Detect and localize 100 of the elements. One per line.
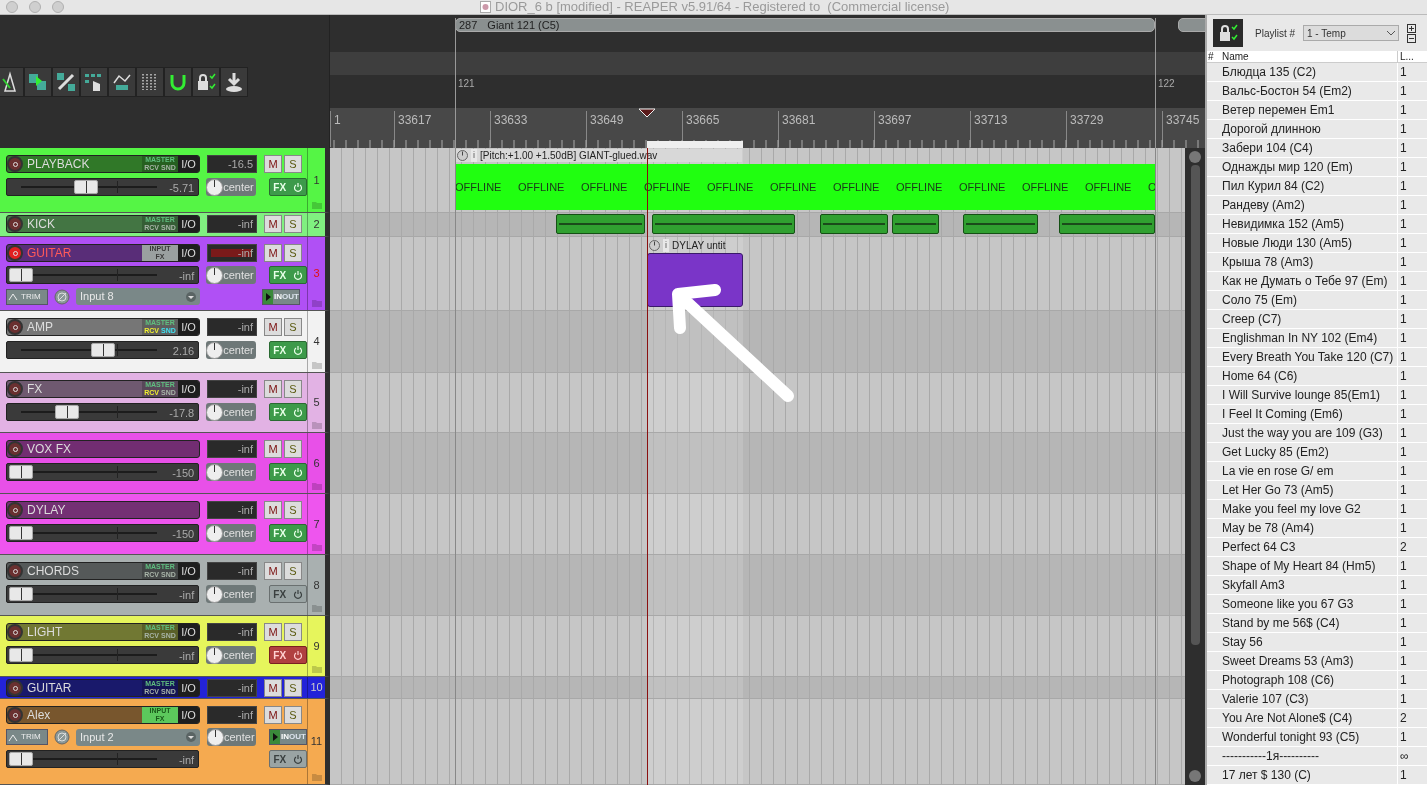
song-name[interactable]: Соло 75 (Em) [1218, 291, 1398, 309]
volume-fader[interactable]: -inf [6, 266, 200, 284]
track-name[interactable]: GUITAR [23, 680, 142, 696]
song-name[interactable]: Englishman In NY 102 (Em4) [1218, 329, 1398, 347]
track-name[interactable]: KICK [23, 216, 142, 232]
solo-button[interactable]: S [284, 440, 302, 458]
song-name[interactable]: Однажды мир 120 (Em) [1218, 158, 1398, 176]
phase-icon[interactable] [54, 288, 70, 305]
track-lane[interactable]: i DYLAY untit [330, 237, 1185, 311]
mute-button[interactable]: M [264, 155, 282, 173]
lock-button[interactable] [1213, 19, 1243, 47]
io-button[interactable]: I/O [178, 216, 199, 232]
fader-thumb[interactable] [55, 405, 80, 419]
volume-fader[interactable]: -inf [6, 646, 200, 664]
song-name[interactable]: Valerie 107 (C3) [1218, 690, 1398, 708]
song-name[interactable]: Крыша 78 (Am3) [1218, 253, 1398, 271]
fader-thumb[interactable] [74, 180, 99, 194]
mute-button[interactable]: M [264, 380, 282, 398]
fader-thumb[interactable] [9, 752, 33, 766]
fader-thumb[interactable] [9, 587, 33, 601]
download-icon[interactable] [220, 67, 248, 97]
midi-item[interactable] [652, 214, 795, 234]
mute-button[interactable]: M [264, 501, 282, 519]
track-name[interactable]: Alex [23, 707, 142, 723]
mute-button[interactable]: M [264, 318, 282, 336]
solo-button[interactable]: S [284, 623, 302, 641]
pan-knob[interactable]: center [206, 341, 256, 359]
marker-label[interactable]: 121 [458, 76, 475, 91]
monitor-button[interactable]: INOUT [262, 288, 300, 305]
zoom-in-button[interactable] [1189, 770, 1201, 782]
io-button[interactable]: I/O [178, 319, 199, 335]
volume-fader[interactable]: -5.71 [6, 178, 200, 196]
pan-knob[interactable]: center [206, 266, 256, 284]
marker-label[interactable]: 122 [1158, 76, 1175, 91]
record-arm-button[interactable] [7, 441, 23, 457]
track-name-bar[interactable]: VOX FX [6, 440, 200, 458]
track-name-bar[interactable]: DYLAY [6, 501, 200, 519]
dotted-grid-icon[interactable] [136, 67, 164, 97]
record-arm-button[interactable] [7, 707, 23, 723]
pan-knob[interactable]: center [206, 585, 256, 603]
track-name[interactable]: VOX FX [23, 441, 199, 457]
song-name[interactable]: Shape of My Heart 84 (Hm5) [1218, 557, 1398, 575]
pan-knob[interactable]: center [206, 646, 256, 664]
song-name[interactable]: Skyfall Am3 [1218, 576, 1398, 594]
song-name[interactable]: Let Her Go 73 (Am5) [1218, 481, 1398, 499]
track-color-strip[interactable]: 1 [307, 148, 325, 212]
midi-item[interactable] [963, 214, 1038, 234]
pan-knob[interactable]: center [206, 178, 256, 196]
song-name[interactable]: Photograph 108 (C6) [1218, 671, 1398, 689]
track-name[interactable]: PLAYBACK [23, 156, 142, 172]
record-arm-button[interactable] [7, 156, 23, 172]
playhead-marker-icon[interactable] [638, 108, 656, 118]
io-button[interactable]: I/O [178, 381, 199, 397]
song-name[interactable]: May be 78 (Am4) [1218, 519, 1398, 537]
solo-button[interactable]: S [284, 380, 302, 398]
phase-icon[interactable] [54, 729, 70, 745]
region-bar[interactable]: 287 Giant 121 (C5) [455, 18, 1155, 32]
song-name[interactable]: Дорогой длинною [1218, 120, 1398, 138]
volume-fader[interactable]: -150 [6, 524, 200, 542]
io-button[interactable]: I/O [178, 245, 199, 261]
column-header[interactable]: # [1207, 51, 1218, 62]
solo-button[interactable]: S [284, 244, 302, 262]
grid-hand-icon[interactable] [80, 67, 108, 97]
song-name[interactable]: Perfect 64 C3 [1218, 538, 1398, 556]
volume-fader[interactable]: -17.8 [6, 403, 200, 421]
volume-fader[interactable]: -inf [6, 750, 200, 768]
solo-button[interactable]: S [284, 318, 302, 336]
remove-icon[interactable] [1407, 33, 1416, 43]
volume-fader[interactable]: 2.16 [6, 341, 200, 359]
record-arm-button[interactable] [7, 502, 23, 518]
solo-button[interactable]: S [284, 215, 302, 233]
fader-thumb[interactable] [9, 648, 33, 662]
solo-button[interactable]: S [284, 679, 302, 697]
io-button[interactable]: I/O [178, 624, 199, 640]
fx-button[interactable]: FX [269, 646, 307, 664]
magnet-icon[interactable] [164, 67, 192, 97]
record-arm-button[interactable] [7, 381, 23, 397]
track-color-strip[interactable]: 7 [307, 494, 325, 554]
song-name[interactable]: Как не Думать о Тебе 97 (Em) [1218, 272, 1398, 290]
midi-item[interactable] [820, 214, 888, 234]
mute-button[interactable]: M [264, 562, 282, 580]
track-header[interactable]: VOX FX -inf M S -150 center FX 6 [0, 433, 330, 494]
pan-knob[interactable]: center [206, 463, 256, 481]
volume-fader[interactable]: -inf [6, 585, 200, 603]
io-button[interactable]: I/O [178, 707, 199, 723]
song-name[interactable]: La vie en rose G/ em [1218, 462, 1398, 480]
column-header[interactable]: L... [1398, 51, 1416, 62]
zoom-out-button[interactable] [1189, 151, 1201, 163]
mute-button[interactable]: M [264, 623, 282, 641]
squares-icon[interactable] [24, 67, 52, 97]
song-name[interactable]: -----------1я---------- [1218, 747, 1398, 765]
scrollbar-thumb[interactable] [1190, 165, 1200, 645]
midi-item[interactable] [892, 214, 939, 234]
solo-button[interactable]: S [284, 155, 302, 173]
song-name[interactable]: Stand by me 56$ (C4) [1218, 614, 1398, 632]
io-button[interactable]: I/O [178, 680, 199, 696]
record-arm-button[interactable] [7, 680, 23, 696]
fader-thumb[interactable] [9, 526, 33, 540]
io-button[interactable]: I/O [178, 156, 199, 172]
song-name[interactable]: Блюдца 135 (C2) [1218, 63, 1398, 81]
